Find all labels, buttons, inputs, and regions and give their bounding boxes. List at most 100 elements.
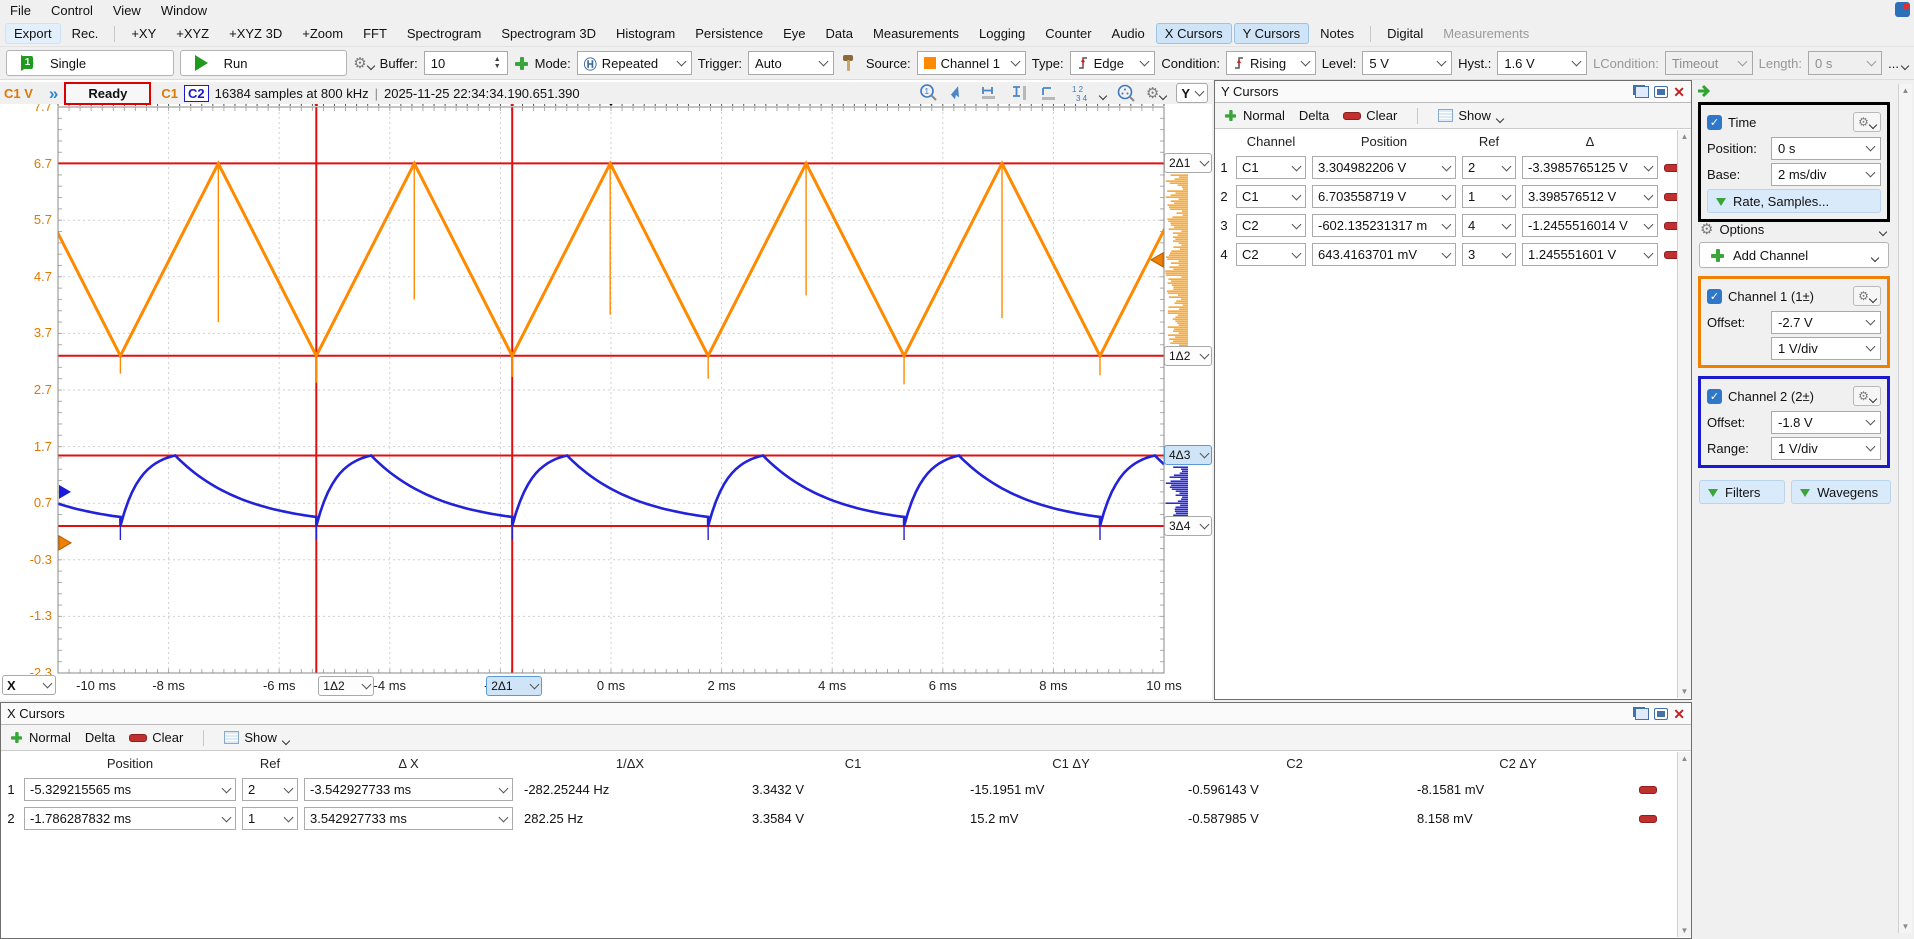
rate-samples-button[interactable]: Rate, Samples... [1707,189,1881,213]
view-tab-eye[interactable]: Eye [774,23,814,44]
view-tab-export[interactable]: Export [5,23,61,44]
y-show-button[interactable]: Show [1438,108,1503,123]
hysteresis-select[interactable]: 1.6 V [1497,51,1587,75]
view-tab-measurements[interactable]: Measurements [864,23,968,44]
y2-ref-select[interactable]: 1 [1462,185,1516,208]
single-button[interactable]: 1 Single [6,50,174,76]
y3-ref-select[interactable]: 4 [1462,214,1516,237]
y-table-scrollbar[interactable]: ▲▼ [1677,130,1691,698]
close-icon[interactable]: ✕ [1673,85,1685,99]
view-tab-digital[interactable]: Digital [1378,23,1432,44]
x2-position-select[interactable]: -1.786287832 ms [24,807,236,830]
condition-select[interactable]: Rising [1226,51,1316,75]
menu-control[interactable]: Control [41,0,103,21]
restore-icon[interactable] [1635,708,1649,720]
mode-select[interactable]: Ⓗ Repeated [577,51,692,75]
level-select[interactable]: 5 V [1362,51,1452,75]
collapse-arrow-icon[interactable] [1696,84,1714,98]
channel2-checkbox[interactable]: ✓ [1707,389,1722,404]
y1-channel-select[interactable]: C1 [1236,156,1306,179]
filters-button[interactable]: Filters [1699,480,1785,504]
view-tab-spectrogram3d[interactable]: Spectrogram 3D [492,23,605,44]
view-tab-persistence[interactable]: Persistence [686,23,772,44]
close-icon[interactable]: ✕ [1673,707,1685,721]
x1-ref-select[interactable]: 2 [242,778,298,801]
trigger-select[interactable]: Auto [748,51,834,75]
view-tab-rec[interactable]: Rec. [63,23,108,44]
view-tab-y-cursors[interactable]: Y Cursors [1234,23,1310,44]
sidebar-scrollbar[interactable]: ▲▼ [1898,84,1912,933]
c1-tag[interactable]: C1 [161,86,178,101]
buffer-stepper[interactable]: 10 ▲▼ [424,51,508,75]
y4-delta-select[interactable]: 1.245551601 V [1522,243,1658,266]
x-add-normal-button[interactable]: Normal [9,730,71,745]
view-tab-x-cursors[interactable]: X Cursors [1156,23,1232,44]
x-cursors-titlebar[interactable]: X Cursors ✕ [1,703,1691,725]
y4-position-select[interactable]: 643.4163701 mV [1312,243,1456,266]
x1-dx-select[interactable]: -3.542927733 ms [304,778,513,801]
y1-position-select[interactable]: 3.304982206 V [1312,156,1456,179]
view-tab-data[interactable]: Data [817,23,862,44]
time-gear-button[interactable]: ⚙ [1853,112,1881,132]
chevron-down-icon[interactable] [1099,92,1107,100]
view-tab-xyz[interactable]: +XYZ [167,23,218,44]
view-tab-notes[interactable]: Notes [1311,23,1363,44]
zoom-fit-icon[interactable] [1116,83,1136,103]
run-button[interactable]: Run [180,50,348,76]
scope-plot[interactable] [0,82,1212,700]
x1-position-select[interactable]: -5.329215565 ms [24,778,236,801]
y-clear-button[interactable]: Clear [1343,108,1397,123]
y-cursor-handle-3d4[interactable]: 3Δ4 [1164,516,1212,536]
y4-ref-select[interactable]: 3 [1462,243,1516,266]
x2-ref-select[interactable]: 1 [242,807,298,830]
view-tab-zoom[interactable]: +Zoom [293,23,352,44]
view-tab-audio[interactable]: Audio [1103,23,1154,44]
vertical-measure-icon[interactable] [1009,83,1029,103]
stepper-arrows-icon[interactable]: ▲▼ [494,56,501,70]
toolbar-overflow-button[interactable]: ... [1888,56,1908,71]
channel1-range-select[interactable]: 1 V/div [1771,337,1881,360]
add-channel-button[interactable]: Add Channel [1699,242,1889,268]
x-cursor-handle-1d2[interactable]: 1Δ2 [318,676,374,696]
channels-1234-icon[interactable]: 1 23 4 [1069,83,1089,103]
y2-delta-select[interactable]: 3.398576512 V [1522,185,1658,208]
menu-view[interactable]: View [103,0,151,21]
x2-dx-select[interactable]: 3.542927733 ms [304,807,513,830]
view-tab-xy[interactable]: +XY [122,23,165,44]
restore-icon[interactable] [1635,86,1649,98]
y-axis-button[interactable]: Y [1176,83,1208,103]
menu-file[interactable]: File [0,0,41,21]
view-tab-logging[interactable]: Logging [970,23,1034,44]
y2-channel-select[interactable]: C1 [1236,185,1306,208]
options-button[interactable]: ⚙Options [1700,216,1886,242]
y2-position-select[interactable]: 6.703558719 V [1312,185,1456,208]
y3-delta-select[interactable]: -1.2455516014 V [1522,214,1658,237]
channel1-checkbox[interactable]: ✓ [1707,289,1722,304]
x-cursor-handle-2d1[interactable]: 2Δ1 [486,676,542,696]
channel2-gear-button[interactable]: ⚙ [1853,386,1881,406]
source-select[interactable]: Channel 1 [917,51,1026,75]
view-tab-counter[interactable]: Counter [1036,23,1100,44]
y-cursors-titlebar[interactable]: Y Cursors ✕ [1215,81,1691,103]
pointer-icon[interactable] [949,83,969,103]
x-clear-button[interactable]: Clear [129,730,183,745]
buffer-gear-button[interactable]: ⚙ [353,56,373,71]
maximize-icon[interactable] [1654,86,1668,98]
view-tab-fft[interactable]: FFT [354,23,396,44]
view-tab-spectrogram[interactable]: Spectrogram [398,23,490,44]
y-delta-button[interactable]: Delta [1299,108,1329,123]
y1-ref-select[interactable]: 2 [1462,156,1516,179]
view-tab-histogram[interactable]: Histogram [607,23,684,44]
x-delta-button[interactable]: Delta [85,730,115,745]
remove-cursor-button[interactable] [1639,786,1657,794]
type-select[interactable]: Edge [1070,51,1156,75]
y-add-normal-button[interactable]: Normal [1223,108,1285,123]
c2-tag[interactable]: C2 [184,85,209,102]
plot-gear-button[interactable]: ⚙ [1146,86,1166,101]
x-show-button[interactable]: Show [224,730,289,745]
horizontal-measure-icon[interactable] [979,83,999,103]
menu-window[interactable]: Window [151,0,217,21]
channel1-offset-select[interactable]: -2.7 V [1771,311,1881,334]
remove-cursor-button[interactable] [1639,815,1657,823]
y-cursor-handle-4d3[interactable]: 4Δ3 [1164,445,1212,465]
